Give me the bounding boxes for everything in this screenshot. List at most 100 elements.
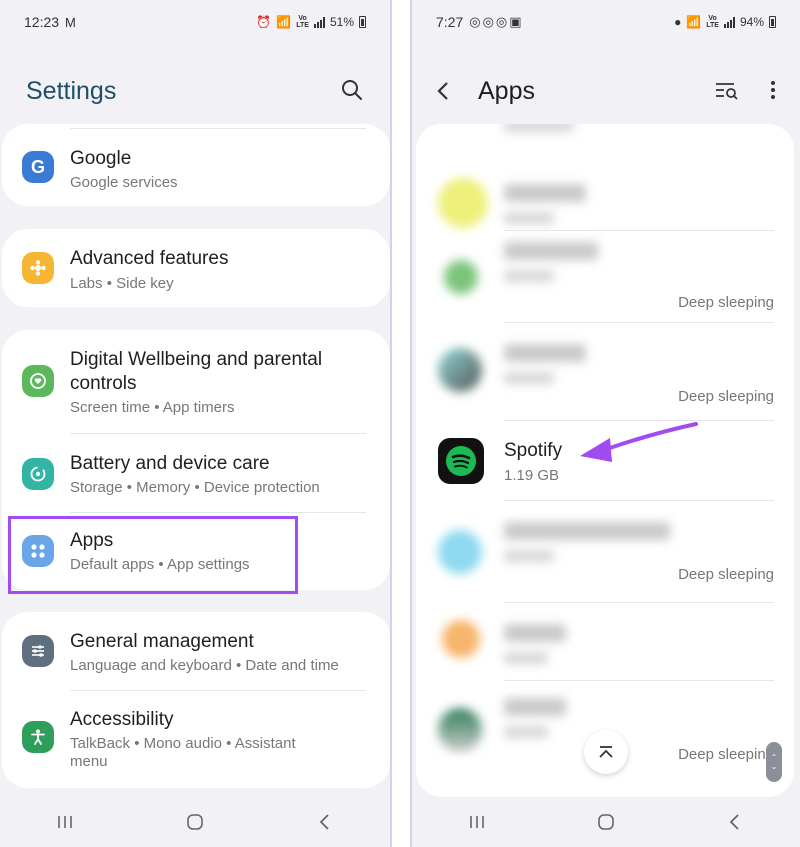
- chevron-up-icon: ⌃: [770, 753, 778, 762]
- home-button[interactable]: [591, 810, 621, 834]
- item-title: Accessibility: [70, 709, 174, 730]
- blurred-app-icon: [438, 348, 482, 392]
- wifi-icon: 📶: [686, 15, 702, 29]
- navigation-bar: [0, 797, 390, 847]
- page-title: Settings: [26, 76, 117, 105]
- blurred-app-size: [504, 726, 548, 738]
- item-title: Google: [70, 148, 132, 169]
- instagram-notification-icon: ◎◎◎▣: [469, 14, 524, 29]
- apps-highlight-box: [8, 516, 298, 594]
- deep-sleeping-label: Deep sleeping: [678, 294, 774, 311]
- item-subtitle: Screen time • App timers: [70, 399, 235, 416]
- item-subtitle-line2: menu: [70, 753, 108, 770]
- signal-icon: [313, 16, 325, 28]
- signal-icon: [723, 16, 735, 28]
- settings-screen: 12:23 M ⏰ 📶 Vo LTE 51% Settings G Google …: [0, 0, 392, 847]
- item-subtitle: Google services: [70, 174, 178, 191]
- app-list-item[interactable]: [416, 602, 794, 682]
- blurred-app-icon: [438, 178, 488, 228]
- item-subtitle: Language and keyboard • Date and time: [70, 657, 339, 674]
- recents-button[interactable]: [462, 810, 492, 834]
- battery-icon: [359, 16, 366, 28]
- volte-icon: Vo LTE: [706, 15, 719, 29]
- settings-item-general-management[interactable]: General management Language and keyboard…: [2, 612, 390, 690]
- chevron-down-icon: ⌄: [770, 762, 778, 771]
- notification-icon: ●: [674, 15, 682, 29]
- item-title-line2: controls: [70, 373, 137, 394]
- app-list-item[interactable]: Deep sleeping: [416, 230, 794, 322]
- item-title: Battery and device care: [70, 453, 270, 474]
- deep-sleeping-label: Deep sleeping: [678, 566, 774, 583]
- deep-sleeping-label: Deep sleeping: [678, 746, 774, 763]
- back-button[interactable]: [720, 810, 750, 834]
- settings-header: Settings: [0, 70, 390, 112]
- app-list-item[interactable]: Deep sleeping: [416, 322, 794, 420]
- page-title: Apps: [478, 76, 535, 105]
- more-options-icon[interactable]: [768, 78, 778, 102]
- accessibility-icon: [22, 721, 54, 753]
- settings-item-battery-device-care[interactable]: Battery and device care Storage • Memory…: [2, 434, 390, 512]
- item-subtitle: Storage • Memory • Device protection: [70, 479, 320, 496]
- fast-scroll-handle[interactable]: ⌃ ⌄: [766, 742, 782, 782]
- arrow-annotation-icon: [580, 422, 698, 462]
- settings-item-advanced-features[interactable]: Advanced features Labs • Side key: [2, 229, 390, 307]
- blurred-app-size: [504, 212, 554, 224]
- sliders-icon: [22, 635, 54, 667]
- scroll-to-top-button[interactable]: [584, 730, 628, 774]
- blurred-app-size: [504, 550, 554, 562]
- item-title: General management: [70, 631, 254, 652]
- blurred-app-name: [504, 624, 566, 642]
- blurred-app-icon: [438, 530, 482, 574]
- blurred-app-name: [504, 242, 598, 260]
- back-button[interactable]: [310, 810, 340, 834]
- google-icon: G: [22, 151, 54, 183]
- blurred-app-name: [504, 184, 586, 202]
- back-arrow-icon[interactable]: [434, 79, 454, 103]
- item-title: Advanced features: [70, 248, 229, 269]
- search-icon[interactable]: [340, 78, 364, 102]
- apps-screen: 7:27 ◎◎◎▣ ● 📶 Vo LTE 94% Apps Deep sleep…: [410, 0, 800, 847]
- battery-percent: 94%: [739, 15, 764, 29]
- item-subtitle: Labs • Side key: [70, 275, 174, 292]
- status-time: 12:23: [24, 14, 60, 30]
- spotify-icon: [438, 438, 484, 484]
- deep-sleeping-label: Deep sleeping: [678, 388, 774, 405]
- navigation-bar: [412, 797, 800, 847]
- battery-icon: [769, 16, 776, 28]
- app-list: Deep sleeping Deep sleeping Spotify 1.19…: [416, 124, 794, 797]
- blurred-app-icon: [442, 620, 480, 658]
- alarm-icon: ⏰: [256, 15, 272, 29]
- blurred-app-size: [504, 124, 574, 132]
- filter-search-icon[interactable]: [714, 78, 740, 102]
- blurred-app-icon: [444, 260, 478, 294]
- blurred-app-size: [504, 652, 548, 664]
- settings-item-accessibility[interactable]: Accessibility TalkBack • Mono audio • As…: [2, 691, 390, 788]
- scroll-top-icon: [599, 746, 613, 758]
- volte-icon: Vo LTE: [296, 15, 309, 29]
- app-list-item[interactable]: [416, 144, 794, 228]
- status-time: 7:27: [436, 14, 464, 30]
- battery-percent: 51%: [329, 15, 354, 29]
- spotify-size: 1.19 GB: [504, 467, 560, 484]
- app-list-item[interactable]: Deep sleeping: [416, 500, 794, 604]
- spotify-title: Spotify: [504, 440, 563, 461]
- status-bar: 12:23 M ⏰ 📶 Vo LTE 51%: [0, 0, 390, 44]
- settings-item-digital-wellbeing[interactable]: Digital Wellbeing and parental controls …: [2, 330, 390, 433]
- status-bar: 7:27 ◎◎◎▣ ● 📶 Vo LTE 94%: [412, 0, 800, 44]
- blurred-app-size: [504, 270, 554, 282]
- gmail-notification-icon: M: [65, 14, 78, 30]
- recents-button[interactable]: [50, 810, 80, 834]
- screen-gap: [392, 0, 410, 847]
- apps-header: Apps: [412, 70, 800, 112]
- blurred-app-icon: [438, 708, 482, 752]
- home-button[interactable]: [180, 810, 210, 834]
- wellbeing-icon: [22, 365, 54, 397]
- blurred-app-name: [504, 698, 566, 716]
- item-subtitle: TalkBack • Mono audio • Assistant: [70, 735, 296, 752]
- blurred-app-name: [504, 344, 586, 362]
- device-care-icon: [22, 458, 54, 490]
- settings-item-google[interactable]: G Google Google services: [2, 124, 390, 206]
- settings-card-google: G Google Google services: [2, 124, 390, 206]
- wifi-icon: 📶: [276, 15, 292, 29]
- settings-card-advanced: Advanced features Labs • Side key: [2, 229, 390, 307]
